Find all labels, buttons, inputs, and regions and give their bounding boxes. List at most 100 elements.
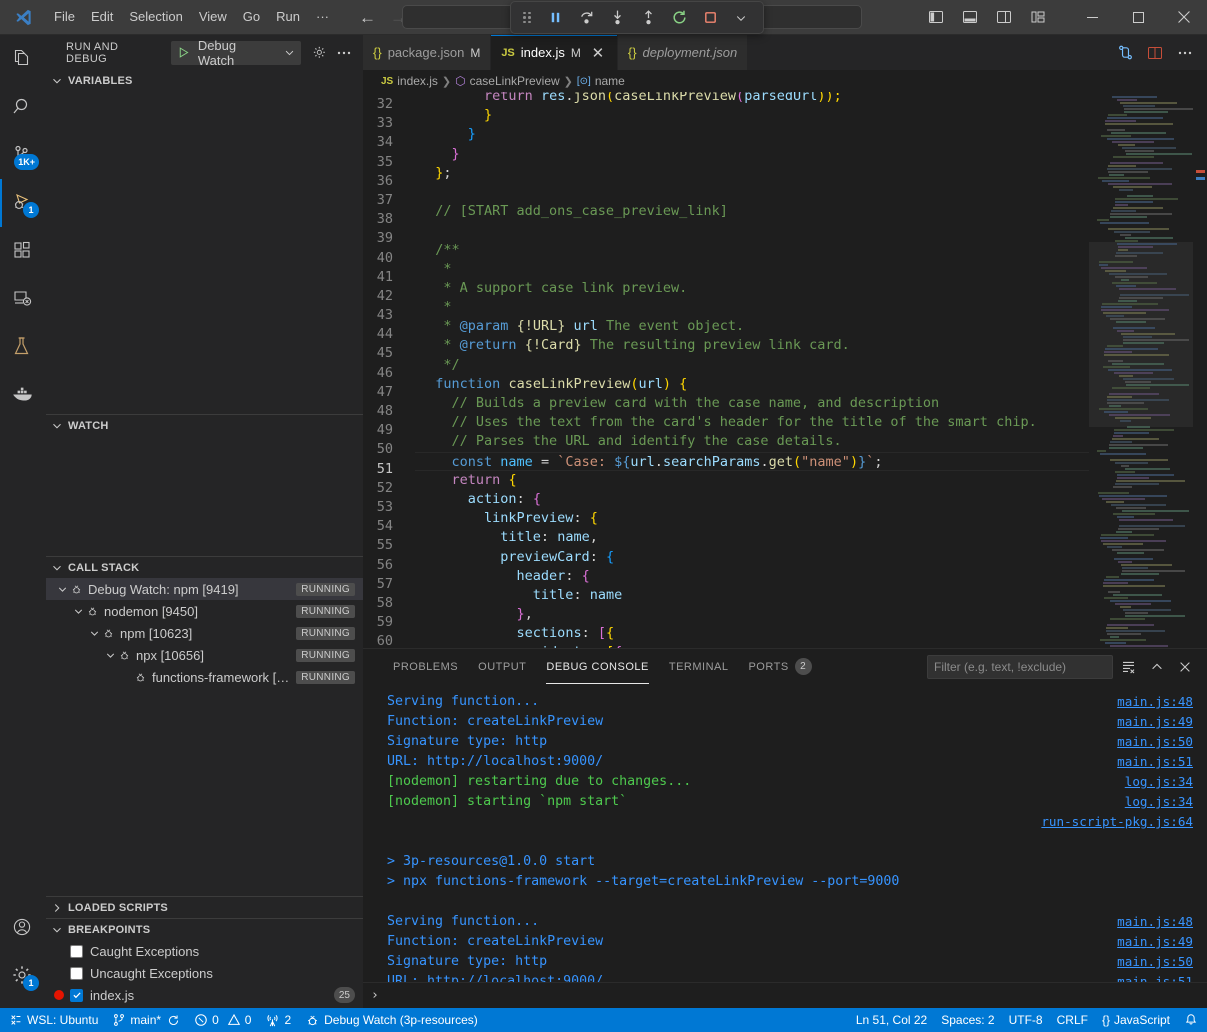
- breadcrumb-file[interactable]: JS index.js: [381, 74, 438, 88]
- call-stack-row[interactable]: nodemon [9450] RUNNING: [46, 600, 363, 622]
- chevron-down-icon[interactable]: [54, 583, 70, 596]
- debug-console-input[interactable]: ›: [363, 982, 1207, 1008]
- tab-debug-console[interactable]: DEBUG CONSOLE: [536, 649, 658, 684]
- status-ports-forwarded[interactable]: 2: [258, 1008, 298, 1032]
- console-source-link[interactable]: main.js:50: [1117, 952, 1193, 972]
- code-line[interactable]: [415, 221, 1089, 240]
- breadcrumb-symbol-function[interactable]: ⬡ caseLinkPreview: [455, 74, 560, 88]
- start-debugging-icon[interactable]: [173, 46, 194, 59]
- step-out-button[interactable]: [634, 5, 662, 31]
- console-source-link[interactable]: log.js:34: [1125, 772, 1193, 792]
- activity-search[interactable]: [0, 83, 46, 131]
- toggle-primary-sidebar-icon[interactable]: [919, 2, 953, 32]
- code-line[interactable]: // Parses the URL and identify the case …: [415, 432, 1089, 451]
- debug-configuration-selector[interactable]: Debug Watch: [171, 41, 301, 65]
- activity-source-control[interactable]: 1K+: [0, 131, 46, 179]
- call-stack-row[interactable]: npx [10656] RUNNING: [46, 644, 363, 666]
- breakpoint-row[interactable]: index.js 25: [46, 984, 363, 1006]
- activity-remote-explorer[interactable]: [0, 275, 46, 323]
- status-language-mode[interactable]: {} JavaScript: [1095, 1008, 1177, 1032]
- code-line[interactable]: sections: [{: [415, 624, 1089, 643]
- navigate-back-icon[interactable]: ←: [359, 9, 376, 26]
- console-source-link[interactable]: main.js:49: [1117, 932, 1193, 952]
- status-problems[interactable]: 0 0: [187, 1008, 258, 1032]
- status-notifications[interactable]: [1177, 1008, 1205, 1032]
- breakpoint-checkbox[interactable]: [70, 945, 83, 958]
- section-loaded-scripts[interactable]: LOADED SCRIPTS: [46, 896, 363, 918]
- code-line[interactable]: * A support case link preview.: [415, 279, 1089, 298]
- console-source-link[interactable]: main.js:51: [1117, 752, 1193, 772]
- tab-close-icon[interactable]: ✕: [589, 44, 607, 62]
- chevron-down-icon[interactable]: [727, 5, 755, 31]
- status-eol[interactable]: CRLF: [1050, 1008, 1095, 1032]
- open-launch-json-button[interactable]: [309, 42, 331, 64]
- activity-explorer[interactable]: [0, 35, 46, 83]
- sidebar-more-actions-button[interactable]: [333, 42, 355, 64]
- filter-input[interactable]: Filter (e.g. text, !exclude): [927, 655, 1113, 679]
- breakpoint-row[interactable]: Uncaught Exceptions: [46, 962, 363, 984]
- code-line[interactable]: widgets: [{: [415, 643, 1089, 648]
- section-variables[interactable]: VARIABLES: [46, 70, 363, 92]
- code-line[interactable]: header: {: [415, 567, 1089, 586]
- tab-index-js[interactable]: JS index.js M ✕: [491, 35, 618, 70]
- chevron-down-icon[interactable]: [70, 605, 86, 618]
- code-line[interactable]: };: [415, 164, 1089, 183]
- restart-button[interactable]: [665, 5, 693, 31]
- tab-package-json[interactable]: {} package.json M: [363, 35, 491, 70]
- activity-testing[interactable]: [0, 323, 46, 371]
- code-line[interactable]: return {: [415, 471, 1089, 490]
- code-line[interactable]: *: [415, 260, 1089, 279]
- code-line[interactable]: }: [415, 125, 1089, 144]
- status-indentation[interactable]: Spaces: 2: [934, 1008, 1001, 1032]
- code-line[interactable]: *: [415, 298, 1089, 317]
- step-over-button[interactable]: [572, 5, 600, 31]
- editor-more-actions-icon[interactable]: [1171, 39, 1199, 67]
- split-editor-icon[interactable]: [1141, 39, 1169, 67]
- run-or-debug-editor-icon[interactable]: [1111, 39, 1139, 67]
- code-line[interactable]: previewCard: {: [415, 548, 1089, 567]
- call-stack-row[interactable]: npm [10623] RUNNING: [46, 622, 363, 644]
- debug-toolbar[interactable]: [510, 1, 764, 34]
- activity-run-and-debug[interactable]: 1: [0, 179, 46, 227]
- code-line[interactable]: linkPreview: {: [415, 509, 1089, 528]
- code-line[interactable]: action: {: [415, 490, 1089, 509]
- code-line[interactable]: function caseLinkPreview(url) {: [415, 375, 1089, 394]
- menu-run[interactable]: Run: [268, 5, 308, 29]
- console-source-link[interactable]: main.js:48: [1117, 912, 1193, 932]
- customize-layout-icon[interactable]: [1021, 2, 1055, 32]
- menu-more[interactable]: ···: [308, 5, 337, 29]
- console-source-link[interactable]: main.js:51: [1117, 972, 1193, 982]
- tab-deployment-json[interactable]: {} deployment.json: [618, 35, 748, 70]
- breakpoint-row[interactable]: Caught Exceptions: [46, 940, 363, 962]
- console-source-link[interactable]: main.js:49: [1117, 712, 1193, 732]
- menu-go[interactable]: Go: [235, 5, 268, 29]
- status-encoding[interactable]: UTF-8: [1002, 1008, 1050, 1032]
- chevron-down-icon[interactable]: [284, 47, 299, 58]
- status-git-branch[interactable]: main*: [105, 1008, 187, 1032]
- code-line[interactable]: // Uses the text from the card's header …: [415, 413, 1089, 432]
- drag-handle-icon[interactable]: [519, 12, 535, 24]
- menu-selection[interactable]: Selection: [121, 5, 190, 29]
- breadcrumb-symbol-variable[interactable]: [⊙] name: [577, 74, 625, 88]
- debug-console-output[interactable]: Serving function...main.js:48Function: c…: [363, 684, 1207, 982]
- code-line[interactable]: const name = `Case: ${url.searchParams.g…: [415, 452, 1089, 471]
- console-source-link[interactable]: main.js:50: [1117, 732, 1193, 752]
- toggle-panel-icon[interactable]: [953, 2, 987, 32]
- activity-accounts[interactable]: [0, 904, 46, 952]
- console-source-link[interactable]: log.js:34: [1125, 792, 1193, 812]
- toggle-secondary-sidebar-icon[interactable]: [987, 2, 1021, 32]
- call-stack-row[interactable]: functions-framework [106… RUNNING: [46, 666, 363, 688]
- stop-button[interactable]: [696, 5, 724, 31]
- menu-edit[interactable]: Edit: [83, 5, 121, 29]
- code-line[interactable]: title: name: [415, 586, 1089, 605]
- call-stack-row[interactable]: Debug Watch: npm [9419] RUNNING: [46, 578, 363, 600]
- console-source-link[interactable]: main.js:48: [1117, 692, 1193, 712]
- code-line[interactable]: // [START add_ons_case_preview_link]: [415, 202, 1089, 221]
- breakpoint-checkbox[interactable]: [70, 967, 83, 980]
- tab-ports[interactable]: PORTS 2: [738, 649, 821, 684]
- minimap[interactable]: [1089, 92, 1193, 648]
- activity-extensions[interactable]: [0, 227, 46, 275]
- step-into-button[interactable]: [603, 5, 631, 31]
- console-source-link[interactable]: run-script-pkg.js:64: [1041, 812, 1193, 832]
- pause-button[interactable]: [541, 5, 569, 31]
